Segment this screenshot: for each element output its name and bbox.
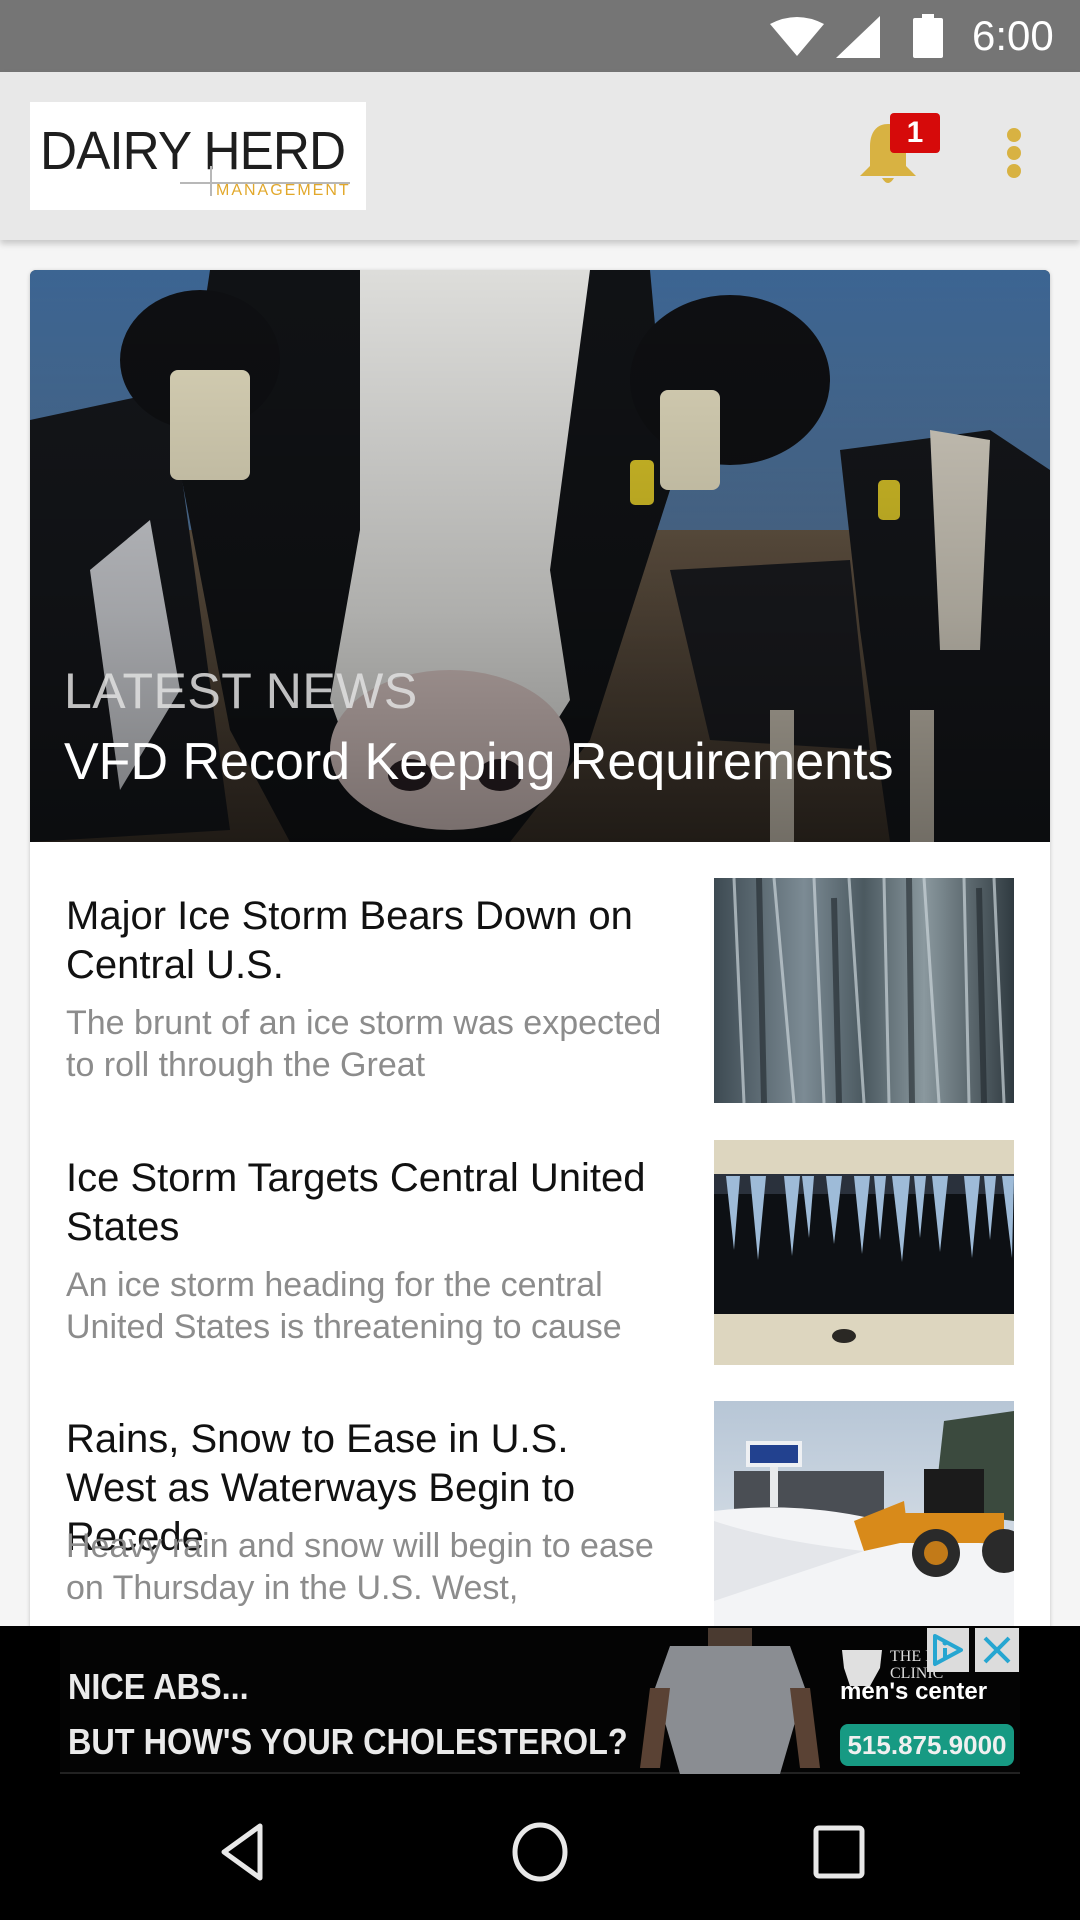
adchoices-icon[interactable]	[927, 1628, 969, 1672]
cellular-signal-icon	[836, 16, 880, 58]
article-item[interactable]: Ice Storm Targets Central United States …	[30, 1140, 1050, 1400]
overflow-dot	[1007, 164, 1021, 178]
snow-plow-photo	[714, 1401, 1014, 1626]
status-bar: 6:00	[0, 0, 1080, 72]
battery-icon	[913, 14, 943, 58]
article-title: Major Ice Storm Bears Down on Central U.…	[66, 894, 633, 987]
article-summary: An ice storm heading for the central Uni…	[66, 1266, 622, 1346]
app-logo[interactable]: DAIRY HERD MANAGEMENT	[30, 102, 366, 210]
ad-phone-button[interactable]: 515.875.9000	[840, 1724, 1014, 1766]
overflow-dot	[1007, 146, 1021, 160]
ad-model-photo	[640, 1628, 820, 1774]
back-icon[interactable]	[212, 1822, 272, 1882]
article-title: Ice Storm Targets Central United States	[66, 1156, 646, 1249]
featured-kicker: LATEST NEWS	[64, 663, 418, 719]
icicles-closeup-photo	[714, 878, 1014, 1103]
wifi-icon	[770, 17, 824, 56]
recents-icon[interactable]	[810, 1822, 870, 1882]
notification-badge: 1	[890, 113, 940, 153]
news-card: LATEST NEWS VFD Record Keeping Requireme…	[30, 270, 1050, 1670]
logo-vertical-rule	[210, 166, 212, 196]
article-thumbnail	[714, 1401, 1014, 1626]
featured-headline: VFD Record Keeping Requirements	[64, 733, 894, 791]
icicles-on-fence-photo	[714, 1140, 1014, 1365]
article-summary: The brunt of an ice storm was expected t…	[66, 1004, 662, 1084]
close-icon[interactable]	[975, 1628, 1019, 1672]
article-item[interactable]: Rains, Snow to Ease in U.S. West as Wate…	[30, 1401, 1050, 1661]
ad-content: NICE ABS... BUT HOW'S YOUR CHOLESTEROL? …	[60, 1628, 1020, 1774]
logo-primary-text: DAIRY HERD	[40, 121, 346, 181]
logo-secondary-text: MANAGEMENT	[216, 182, 351, 199]
featured-article[interactable]: LATEST NEWS VFD Record Keeping Requireme…	[30, 270, 1050, 842]
home-icon[interactable]	[510, 1822, 570, 1882]
article-item[interactable]: Major Ice Storm Bears Down on Central U.…	[30, 878, 1050, 1138]
ad-line-1: NICE ABS...	[68, 1666, 249, 1707]
article-thumbnail	[714, 878, 1014, 1103]
ad-banner[interactable]: NICE ABS... BUT HOW'S YOUR CHOLESTEROL? …	[0, 1626, 1080, 1776]
article-summary: Heavy rain and snow will begin to ease o…	[66, 1527, 654, 1607]
overflow-dot	[1007, 128, 1021, 142]
overflow-menu-icon[interactable]	[1000, 128, 1028, 184]
clock: 6:00	[972, 12, 1054, 59]
system-nav-bar	[0, 1776, 1080, 1920]
article-thumbnail	[714, 1140, 1014, 1365]
ad-line-2: BUT HOW'S YOUR CHOLESTEROL?	[68, 1721, 628, 1762]
ad-clinic-sub: men's center	[840, 1678, 988, 1705]
